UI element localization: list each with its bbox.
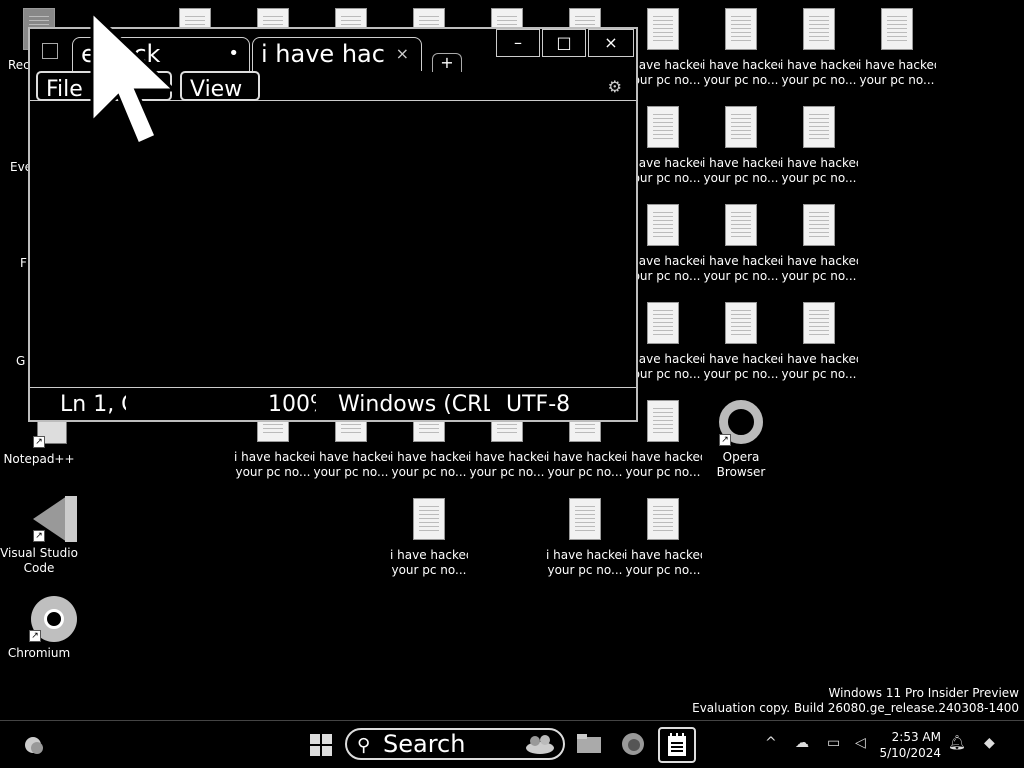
file-explorer-icon[interactable] bbox=[576, 729, 602, 759]
text-file-icon bbox=[643, 302, 683, 348]
text-file-icon bbox=[799, 8, 839, 54]
notepad-app-icon bbox=[42, 43, 58, 59]
desktop-icon-vscode[interactable]: ↗ Visual Studio Code bbox=[0, 496, 78, 576]
desktop-icon-hacked-file[interactable]: i have hacked your pc no... bbox=[624, 498, 702, 578]
notification-bell-icon[interactable]: 🔔︎ bbox=[948, 735, 966, 751]
text-file-icon bbox=[799, 302, 839, 348]
text-file-icon bbox=[799, 204, 839, 250]
text-file-icon bbox=[877, 8, 917, 54]
search-icon: ⚲ bbox=[357, 735, 371, 756]
text-file-icon bbox=[643, 106, 683, 152]
new-tab-button[interactable]: + bbox=[432, 53, 462, 72]
minimize-button[interactable]: – bbox=[496, 29, 540, 57]
desktop-icon-opera[interactable]: ↗ Opera Browser bbox=[702, 400, 780, 480]
weather-icon[interactable] bbox=[20, 729, 46, 759]
gear-icon[interactable]: ⚙ bbox=[608, 77, 622, 96]
desktop-icon-hacked-file[interactable]: i have hacked your pc no... bbox=[390, 498, 468, 578]
desktop-icon-hacked-file[interactable]: i have hacked your pc no... bbox=[546, 498, 624, 578]
network-icon[interactable]: ▭ bbox=[827, 735, 840, 751]
firefox-taskbar-icon[interactable] bbox=[620, 729, 646, 759]
search-highlight-icon bbox=[526, 735, 554, 754]
desktop-icon-hacked-file[interactable]: i have hacked your pc no... bbox=[702, 8, 780, 88]
text-file-icon bbox=[721, 106, 761, 152]
text-file-icon bbox=[643, 8, 683, 54]
text-file-icon bbox=[799, 106, 839, 152]
copilot-icon[interactable]: ◆ bbox=[984, 735, 995, 751]
maximize-button[interactable]: □ bbox=[542, 29, 586, 57]
status-zoom: 100% bbox=[268, 392, 316, 417]
desktop-icon-hacked-file[interactable]: i have hacked your pc no... bbox=[702, 106, 780, 186]
desktop: Rec ↗ Eve ↗ F ↗ G ↗ Notepad++ ↗ Visual S… bbox=[0, 0, 1024, 720]
vscode-icon: ↗ bbox=[19, 496, 77, 542]
tray-chevron-icon[interactable]: ^ bbox=[765, 735, 777, 751]
menu-view[interactable]: View bbox=[180, 71, 260, 101]
desktop-icon-chromium[interactable]: ↗ Chromium bbox=[0, 596, 78, 661]
tab-title: i have hac bbox=[261, 40, 385, 68]
status-encoding: UTF-8 bbox=[506, 392, 571, 417]
cloud-offline-icon[interactable]: ☁ bbox=[795, 735, 809, 751]
desktop-icon-hacked-file[interactable]: i have hacked your pc no... bbox=[702, 204, 780, 284]
text-file-icon bbox=[409, 498, 449, 544]
status-line-ending: Windows (CRLF) bbox=[338, 392, 490, 417]
notepad-taskbar-icon[interactable] bbox=[658, 727, 696, 763]
taskbar-search-box[interactable]: ⚲ Search bbox=[345, 728, 565, 760]
status-bar: Ln 1, C 100% Windows (CRLF) UTF-8 bbox=[30, 387, 636, 420]
text-file-icon bbox=[643, 400, 683, 446]
desktop-icon-hacked-file[interactable]: i have hacked your pc no... bbox=[780, 8, 858, 88]
desktop-icon-hacked-file[interactable]: i have hacked your pc no... bbox=[780, 302, 858, 382]
search-label: Search bbox=[383, 730, 466, 758]
desktop-icon-hacked-file[interactable]: i have hacked your pc no... bbox=[780, 106, 858, 186]
windows-watermark: Windows 11 Pro Insider Preview Evaluatio… bbox=[692, 686, 1019, 715]
tab-hacked-2[interactable]: i have hac × bbox=[252, 37, 422, 71]
desktop-icon-hacked-file[interactable]: i have hacked your pc no... bbox=[858, 8, 936, 88]
desktop-icon-hacked-file[interactable]: i have hacked your pc no... bbox=[702, 302, 780, 382]
mouse-cursor-icon bbox=[90, 10, 178, 146]
text-file-icon bbox=[643, 204, 683, 250]
start-button[interactable] bbox=[310, 734, 332, 756]
chromium-icon: ↗ bbox=[15, 596, 77, 642]
desktop-icon-hacked-file[interactable]: i have hacked your pc no... bbox=[780, 204, 858, 284]
text-file-icon bbox=[721, 302, 761, 348]
taskbar: ⚲ Search ^ ☁ ▭ ◁ 2:53 AM 5/10/2024 🔔︎ ◆ bbox=[0, 720, 1024, 768]
taskbar-clock[interactable]: 2:53 AM 5/10/2024 bbox=[879, 729, 941, 761]
text-file-icon bbox=[565, 498, 605, 544]
text-file-icon bbox=[643, 498, 683, 544]
text-file-icon bbox=[721, 8, 761, 54]
close-button[interactable]: × bbox=[588, 29, 634, 57]
tab-close-icon[interactable]: × bbox=[396, 38, 409, 70]
unsaved-dot-icon: • bbox=[228, 43, 239, 64]
status-line-col: Ln 1, C bbox=[60, 392, 126, 417]
opera-icon: ↗ bbox=[719, 400, 763, 446]
volume-icon[interactable]: ◁ bbox=[855, 735, 866, 751]
text-file-icon bbox=[721, 204, 761, 250]
